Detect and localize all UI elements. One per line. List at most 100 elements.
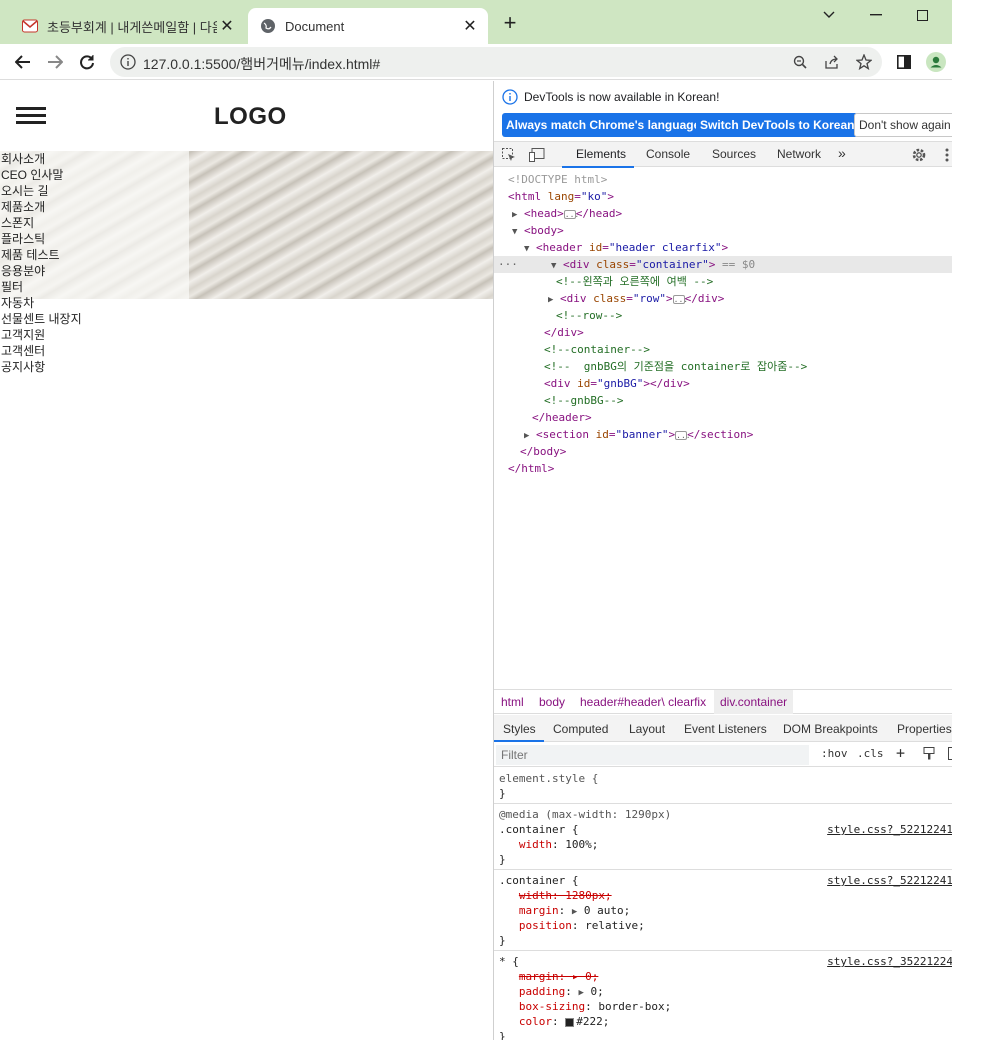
tab-computed[interactable]: Computed [553,722,608,736]
dom-doctype[interactable]: <!DOCTYPE html> [494,171,952,188]
dom-body-close[interactable]: </body> [494,443,952,460]
color-swatch[interactable] [565,1017,575,1027]
breadcrumb-item[interactable]: header#header\ clearfix [580,695,706,709]
menu-item[interactable]: 스폰지 [1,215,82,231]
tab-dom-breakpoints[interactable]: DOM Breakpoints [783,722,878,736]
menu-item[interactable]: 플라스틱 [1,231,82,247]
tab-document[interactable]: Document ✕ [248,8,488,44]
menu-item[interactable]: CEO 인사말 [1,167,82,183]
rule-universal[interactable]: * {style.css?_35221224 margin: ▸ 0; padd… [494,951,952,1040]
breadcrumb-item[interactable]: html [501,695,524,709]
menu-item[interactable]: 선물센트 내장지 [1,311,82,327]
tab-properties[interactable]: Properties [897,722,952,736]
dom-row[interactable]: ▶ <div class="row">...</div> [494,290,952,307]
tab-elements[interactable]: Elements [576,147,626,161]
minimize-icon[interactable] [865,4,887,26]
kebab-menu-icon[interactable] [938,146,952,164]
styles-filter-bar: :hov .cls + [494,743,952,767]
profile-avatar[interactable] [926,52,946,72]
menu-item[interactable]: 응용분야 [1,263,82,279]
rule-element-style[interactable]: element.style { } [494,768,952,804]
tab-sources[interactable]: Sources [712,147,756,161]
dom-header[interactable]: ▼ <header id="header clearfix"> [494,239,952,256]
new-rule-icon[interactable]: + [896,744,905,762]
info-icon [502,89,518,105]
dom-html[interactable]: <html lang="ko"> [494,188,952,205]
dom-comment[interactable]: <!-- gnbBG의 기준점을 container로 잡아줌--> [494,358,952,375]
dom-body[interactable]: ▼ <body> [494,222,952,239]
menu-item[interactable]: 필터 [1,279,82,295]
breadcrumb: html body header#header\ clearfix div.co… [494,689,952,714]
share-icon[interactable] [824,54,840,70]
sidebar-toggle-icon[interactable] [948,747,952,763]
menu-item[interactable]: 고객지원 [1,327,82,343]
switch-korean-button[interactable]: Switch DevTools to Korean [696,113,859,137]
dom-header-close[interactable]: </header> [494,409,952,426]
source-link[interactable]: style.css?_35221224 [827,954,952,969]
menu-item[interactable]: 자동차 [1,295,82,311]
hover-state-toggle[interactable]: :hov [821,747,848,760]
dom-container-selected[interactable]: ··· ▼ <div class="container"> == $0 [494,256,952,273]
reload-icon[interactable] [74,49,100,75]
tab-console[interactable]: Console [646,147,690,161]
tab-title: 초등부회계 | 내게쓴메일함 | 다음 [47,19,217,35]
tab-network[interactable]: Network [777,147,821,161]
breadcrumb-item-current[interactable]: div.container [714,690,794,714]
chevron-down-icon[interactable] [818,4,840,26]
rule-media-container[interactable]: @media (max-width: 1290px) .container {s… [494,804,952,870]
dom-comment[interactable]: <!--container--> [494,341,952,358]
devtools-tabbar: Elements Console Sources Network » [494,141,952,168]
forward-icon[interactable] [42,49,68,75]
address-bar[interactable]: 127.0.0.1:5500/햄버거메뉴/index.html# [110,47,882,77]
dont-show-again-button[interactable]: Don't show again [854,113,952,137]
logo[interactable]: LOGO [214,103,287,131]
menu-item[interactable]: 공지사항 [1,359,82,375]
close-icon[interactable]: ✕ [217,16,237,36]
match-language-button[interactable]: Always match Chrome's language [502,113,705,137]
hamburger-menu-icon[interactable] [16,107,46,125]
device-toolbar-icon[interactable] [528,146,546,164]
menu-item[interactable]: 회사소개 [1,151,82,167]
more-tabs-icon[interactable]: » [838,145,846,161]
star-icon[interactable] [856,54,872,70]
zoom-icon[interactable] [792,54,808,70]
dom-comment[interactable]: <!--gnbBG--> [494,392,952,409]
class-toggle[interactable]: .cls [857,747,884,760]
close-icon[interactable]: ✕ [460,16,480,36]
dom-div-close[interactable]: </div> [494,324,952,341]
browser-toolbar: 127.0.0.1:5500/햄버거메뉴/index.html# [0,44,952,80]
rule-container[interactable]: .container {style.css?_52212241 width: 1… [494,870,952,951]
dom-tree: <!DOCTYPE html> <html lang="ko"> ▶ <head… [494,169,952,689]
dom-section[interactable]: ▶ <section id="banner">...</section> [494,426,952,443]
tab-mail[interactable]: 초등부회계 | 내게쓴메일함 | 다음 ✕ [10,8,245,44]
maximize-icon[interactable] [911,4,933,26]
url-text[interactable]: 127.0.0.1:5500/햄버거메뉴/index.html# [143,54,380,74]
tab-title: Document [285,18,345,34]
dom-html-close[interactable]: </html> [494,460,952,477]
source-link[interactable]: style.css?_52212241 [827,822,952,837]
back-icon[interactable] [10,49,36,75]
inspect-element-icon[interactable] [500,146,518,164]
gear-icon[interactable] [910,146,928,164]
info-icon[interactable] [120,54,136,70]
menu-item[interactable]: 제품 테스트 [1,247,82,263]
source-link[interactable]: style.css?_52212241 [827,873,952,888]
side-panel-icon[interactable] [894,52,914,72]
dom-comment[interactable]: <!--왼쪽과 오른쪽에 여백 --> [494,273,952,290]
notice-text: DevTools is now available in Korean! [524,90,720,104]
menu-item[interactable]: 제품소개 [1,199,82,215]
tab-layout[interactable]: Layout [629,722,665,736]
filter-input[interactable] [496,745,809,765]
menu-item[interactable]: 고객센터 [1,343,82,359]
dom-gnbbg[interactable]: <div id="gnbBG"></div> [494,375,952,392]
dom-comment[interactable]: <!--row--> [494,307,952,324]
mail-icon [22,18,38,34]
new-tab-button[interactable]: + [499,12,521,34]
tab-event-listeners[interactable]: Event Listeners [684,722,767,736]
tab-styles[interactable]: Styles [503,722,536,736]
paint-brush-icon[interactable] [923,747,935,763]
dom-head[interactable]: ▶ <head>...</head> [494,205,952,222]
breadcrumb-item[interactable]: body [539,695,565,709]
globe-icon [260,18,276,34]
menu-item[interactable]: 오시는 길 [1,183,82,199]
